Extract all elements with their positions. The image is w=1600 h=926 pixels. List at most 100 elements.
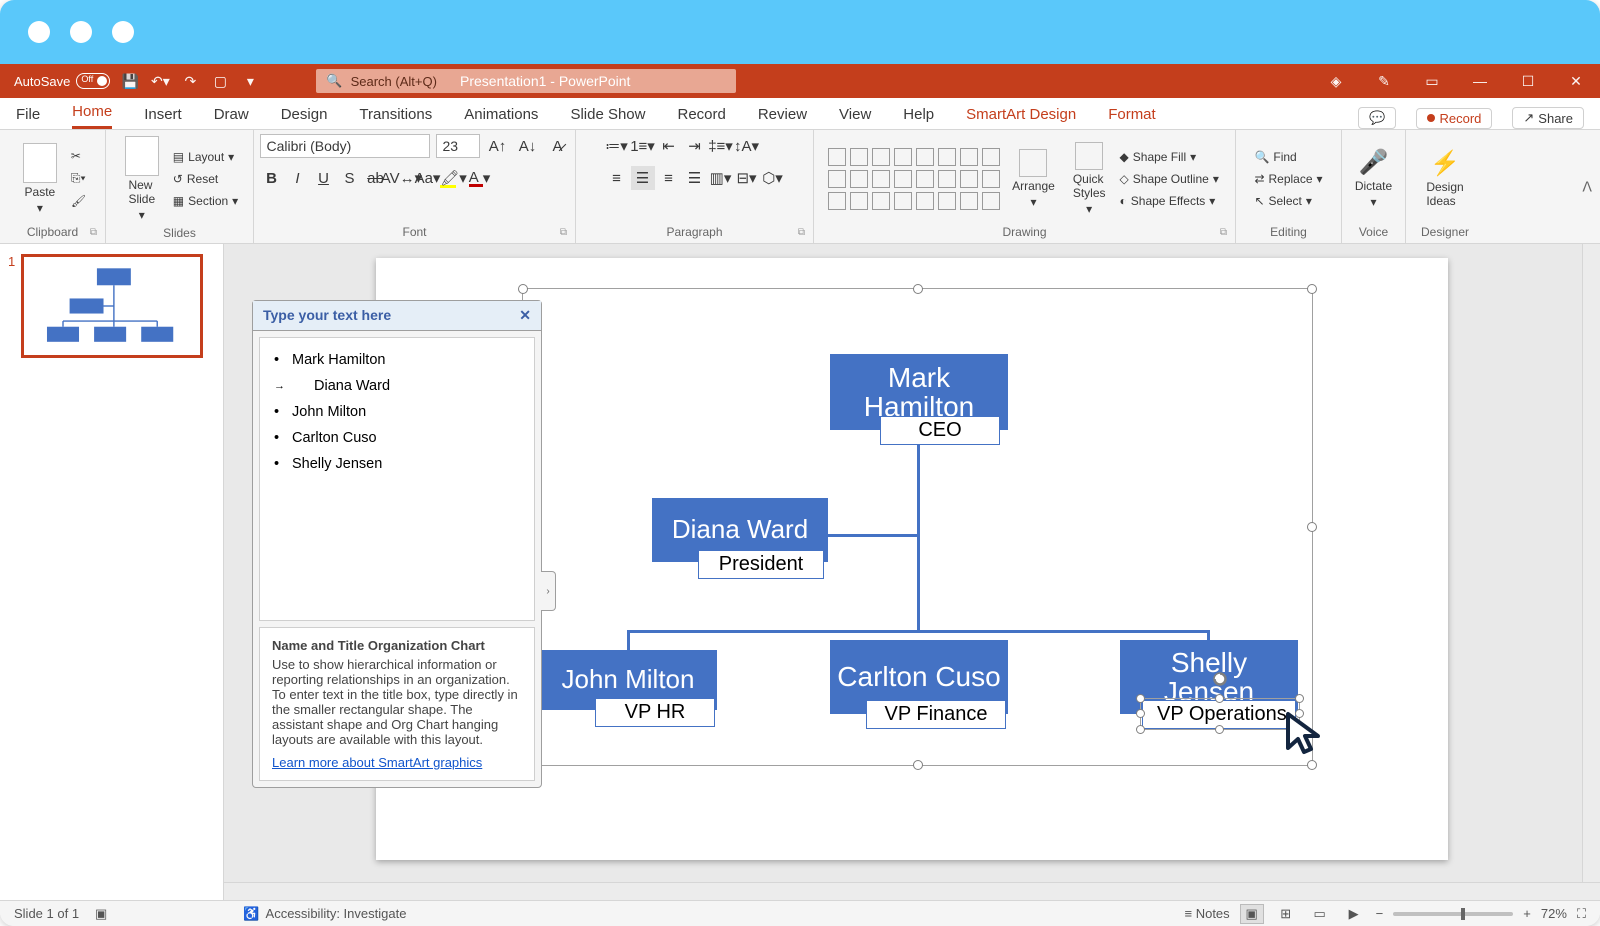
org-node-ceo[interactable]: Mark Hamilton CEO [830,354,1008,430]
org-node-vp-hr[interactable]: John Milton VP HR [539,650,717,710]
cut-button[interactable]: ✂ [69,148,88,164]
tab-animations[interactable]: Animations [464,102,538,129]
minimize-icon[interactable]: — [1470,71,1490,91]
align-center-button[interactable]: ☰ [631,166,655,190]
wand-icon[interactable]: ✎ [1374,71,1394,91]
org-title-vp-hr[interactable]: VP HR [595,698,715,727]
layout-button[interactable]: ▤ Layout▾ [171,149,240,165]
org-node-vp-finance[interactable]: Carlton Cuso VP Finance [830,640,1008,714]
shape-effects-button[interactable]: ◐ Shape Effects▾ [1118,193,1221,209]
align-right-button[interactable]: ≡ [657,166,681,190]
slide-counter[interactable]: Slide 1 of 1 [14,906,79,921]
shapes-gallery[interactable] [828,148,1000,210]
list-item[interactable]: John Milton [274,400,520,426]
align-text-button[interactable]: ⊟▾ [735,166,759,190]
dictate-button[interactable]: 🎤Dictate▾ [1349,146,1398,211]
font-color-button[interactable]: A▾ [468,166,492,190]
design-ideas-button[interactable]: ⚡Design Ideas [1420,147,1469,210]
zoom-out-button[interactable]: − [1376,906,1384,921]
quick-styles-button[interactable]: Quick Styles▾ [1067,140,1112,218]
share-button[interactable]: ↗ Share [1512,107,1584,129]
notes-button[interactable]: ≡ Notes [1185,906,1230,921]
slideshow-view-button[interactable]: ▶ [1342,904,1366,924]
text-pane-collapse-handle[interactable]: › [541,571,556,611]
grow-font-button[interactable]: A↑ [486,134,510,158]
font-size-combo[interactable]: 23 [436,134,480,158]
reset-button[interactable]: ↺ Reset [171,171,240,187]
tab-view[interactable]: View [839,102,871,129]
record-button[interactable]: Record [1416,108,1492,129]
zoom-slider[interactable] [1393,912,1513,916]
align-left-button[interactable]: ≡ [605,166,629,190]
select-button[interactable]: ↖ Select▾ [1252,193,1324,209]
shrink-font-button[interactable]: A↓ [516,134,540,158]
vertical-scrollbar[interactable] [1582,244,1600,900]
coming-soon-icon[interactable]: ◈ [1326,71,1346,91]
zoom-in-button[interactable]: + [1523,906,1531,921]
tab-review[interactable]: Review [758,102,807,129]
list-item[interactable]: Shelly Jensen [274,452,520,478]
increase-indent-button[interactable]: ⇥ [683,134,707,158]
shadow-button[interactable]: S [338,166,362,190]
tab-home[interactable]: Home [72,99,112,129]
tab-slideshow[interactable]: Slide Show [570,102,645,129]
line-spacing-button[interactable]: ‡≡▾ [709,134,733,158]
text-pane-list[interactable]: Mark Hamilton Diana Ward John Milton Car… [259,337,535,621]
qat-customize-icon[interactable]: ▾ [240,71,260,91]
accessibility-status[interactable]: ♿ Accessibility: Investigate [243,906,406,922]
list-item[interactable]: Carlton Cuso [274,426,520,452]
char-spacing-button[interactable]: AV↔▾ [390,166,414,190]
save-icon[interactable]: 💾 [120,71,140,91]
arrange-button[interactable]: Arrange▾ [1006,147,1061,211]
highlight-button[interactable]: 🖍▾ [442,166,466,190]
shape-outline-button[interactable]: ◇ Shape Outline▾ [1118,171,1221,187]
comments-button[interactable]: 💬 [1358,107,1396,129]
clear-formatting-button[interactable]: A̷ [546,134,570,158]
numbering-button[interactable]: 1≡▾ [631,134,655,158]
decrease-indent-button[interactable]: ⇤ [657,134,681,158]
bullets-button[interactable]: ≔▾ [605,134,629,158]
list-item[interactable]: Mark Hamilton [274,348,520,374]
tab-design[interactable]: Design [281,102,328,129]
copy-button[interactable]: ⎘▾ [69,170,88,187]
tab-smartart-design[interactable]: SmartArt Design [966,102,1076,129]
normal-view-button[interactable]: ▣ [1240,904,1264,924]
section-button[interactable]: ▦ Section▾ [171,193,240,209]
shape-fill-button[interactable]: ◆ Shape Fill▾ [1118,149,1221,165]
text-direction-button[interactable]: ↕A▾ [735,134,759,158]
zoom-level[interactable]: 72% [1541,906,1567,921]
reading-view-button[interactable]: ▭ [1308,904,1332,924]
tab-help[interactable]: Help [903,102,934,129]
close-text-pane-icon[interactable]: ✕ [519,307,531,324]
org-title-vp-finance[interactable]: VP Finance [866,700,1006,729]
from-beginning-icon[interactable]: ▢ [210,71,230,91]
close-icon[interactable]: ✕ [1566,71,1586,91]
undo-icon[interactable]: ↶▾ [150,71,170,91]
autosave-toggle[interactable]: AutoSave Off [14,73,110,89]
tab-insert[interactable]: Insert [144,102,182,129]
org-node-president[interactable]: Diana Ward President [652,498,828,562]
format-painter-button[interactable]: 🖌 [69,193,88,209]
tab-draw[interactable]: Draw [214,102,249,129]
minimize-dot[interactable] [70,21,92,43]
columns-button[interactable]: ▥▾ [709,166,733,190]
ribbon-display-icon[interactable]: ▭ [1422,71,1442,91]
close-dot[interactable] [28,21,50,43]
rotate-handle-icon[interactable] [1212,671,1228,687]
justify-button[interactable]: ☰ [683,166,707,190]
tab-file[interactable]: File [16,102,40,129]
org-title-president[interactable]: President [698,550,824,579]
maximize-icon[interactable]: ☐ [1518,71,1538,91]
find-button[interactable]: 🔍 Find [1252,149,1324,165]
change-case-button[interactable]: Aa▾ [416,166,440,190]
new-slide-button[interactable]: New Slide▾ [119,134,165,224]
list-item[interactable]: Diana Ward [274,374,520,400]
horizontal-scrollbar[interactable] [224,882,1600,900]
org-title-ceo[interactable]: CEO [880,416,1000,445]
slide-thumbnail-1[interactable] [21,254,203,358]
smartart-button[interactable]: ⬡▾ [761,166,785,190]
redo-icon[interactable]: ↷ [180,71,200,91]
tab-transitions[interactable]: Transitions [359,102,432,129]
zoom-dot[interactable] [112,21,134,43]
italic-button[interactable]: I [286,166,310,190]
